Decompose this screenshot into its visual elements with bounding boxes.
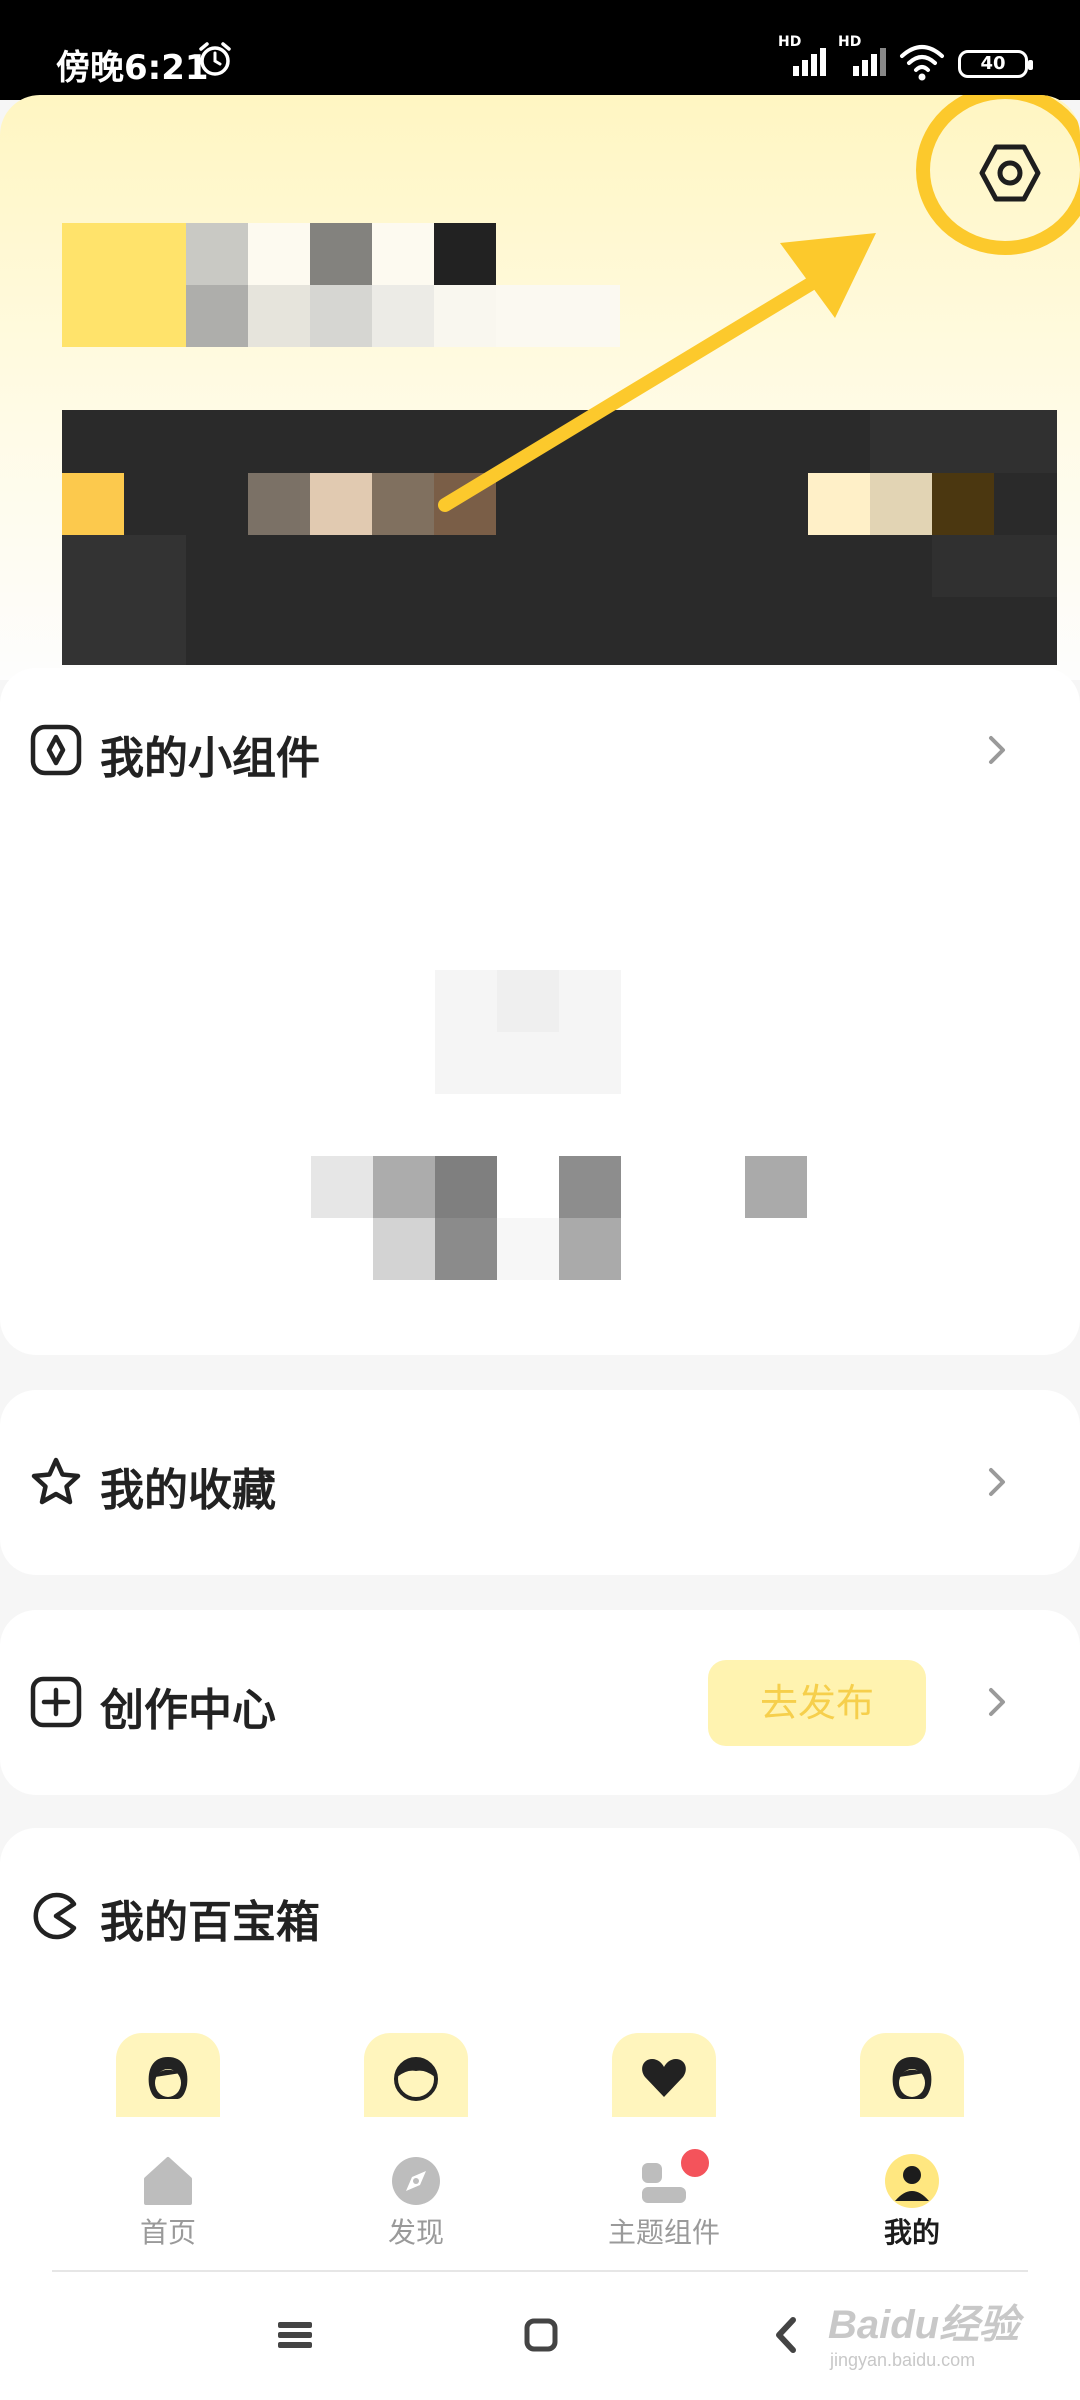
creator-center-title: 创作中心 bbox=[100, 1685, 276, 1736]
watermark-url: jingyan.baidu.com bbox=[830, 2350, 976, 2370]
status-bar: 傍晚6:21 HD HD 40 bbox=[0, 0, 1080, 100]
widgets-diamond-icon bbox=[30, 724, 82, 776]
profile-header bbox=[0, 95, 1080, 680]
baidu-watermark: Baidu经验 jingyan.baidu.com bbox=[820, 2280, 1060, 2380]
creator-center-card[interactable]: 创作中心 去发布 bbox=[0, 1610, 1080, 1795]
star-icon bbox=[31, 1457, 81, 1505]
heart-icon bbox=[642, 2059, 686, 2097]
watermark-brand: Baidu经验 bbox=[828, 2303, 1020, 2347]
back-nav-icon[interactable] bbox=[774, 2316, 798, 2354]
home-nav-icon[interactable] bbox=[524, 2318, 558, 2352]
settings-button[interactable] bbox=[960, 123, 1060, 223]
toolbox-item-2[interactable] bbox=[364, 2033, 468, 2123]
tab-theme-widgets[interactable]: 主题组件 bbox=[584, 2117, 744, 2267]
publish-button[interactable]: 去发布 bbox=[708, 1660, 926, 1746]
profile-name-mosaic bbox=[62, 223, 620, 347]
girl-avatar-2-icon bbox=[892, 2057, 932, 2099]
widgets-card: 我的小组件 bbox=[0, 668, 1080, 1355]
boy-avatar-icon bbox=[394, 2057, 438, 2101]
empty-state-mosaic-text bbox=[311, 1156, 931, 1280]
tab-profile[interactable]: 我的 bbox=[832, 2117, 992, 2267]
tab-theme-widgets-label: 主题组件 bbox=[607, 2216, 720, 2249]
wifi-icon bbox=[900, 45, 944, 81]
settings-hexagon-icon bbox=[979, 144, 1041, 202]
widgets-chevron-icon[interactable] bbox=[985, 730, 1009, 770]
toolbox-item-4[interactable] bbox=[860, 2033, 964, 2123]
cellular-signal-1-icon: HD bbox=[778, 34, 826, 80]
home-icon bbox=[144, 2157, 192, 2205]
tab-discover[interactable]: 发现 bbox=[336, 2117, 496, 2267]
alarm-icon bbox=[199, 42, 231, 76]
recent-apps-icon[interactable] bbox=[278, 2320, 312, 2350]
toolbox-title: 我的百宝箱 bbox=[100, 1897, 320, 1948]
battery-icon: 40 bbox=[958, 50, 1033, 78]
empty-state-mosaic-top bbox=[435, 970, 621, 1094]
toolbox-pie-icon bbox=[33, 1892, 77, 1940]
favorites-chevron-icon[interactable] bbox=[985, 1462, 1009, 1502]
girl-avatar-icon bbox=[148, 2057, 188, 2099]
toolbox-item-1[interactable] bbox=[116, 2033, 220, 2123]
profile-icon bbox=[885, 2154, 939, 2208]
tab-home[interactable]: 首页 bbox=[88, 2117, 248, 2267]
cellular-signal-2-icon: HD bbox=[838, 34, 886, 80]
add-square-icon bbox=[30, 1676, 82, 1728]
creator-chevron-icon[interactable] bbox=[985, 1682, 1009, 1722]
tab-discover-label: 发现 bbox=[387, 2216, 444, 2249]
toolbox-item-3[interactable] bbox=[612, 2033, 716, 2123]
favorites-title: 我的收藏 bbox=[100, 1465, 276, 1516]
discover-icon bbox=[392, 2157, 440, 2205]
tab-home-label: 首页 bbox=[139, 2216, 196, 2249]
tab-profile-label: 我的 bbox=[883, 2216, 940, 2249]
notification-badge bbox=[679, 2147, 711, 2179]
bottom-tab-bar: 首页 发现 主题组件 我的 bbox=[0, 2117, 1080, 2272]
battery-level: 40 bbox=[980, 53, 1006, 74]
status-time: 傍晚6:21 bbox=[56, 48, 209, 88]
favorites-card[interactable]: 我的收藏 bbox=[0, 1390, 1080, 1575]
profile-banner[interactable] bbox=[62, 410, 1057, 665]
widgets-title: 我的小组件 bbox=[100, 733, 320, 784]
